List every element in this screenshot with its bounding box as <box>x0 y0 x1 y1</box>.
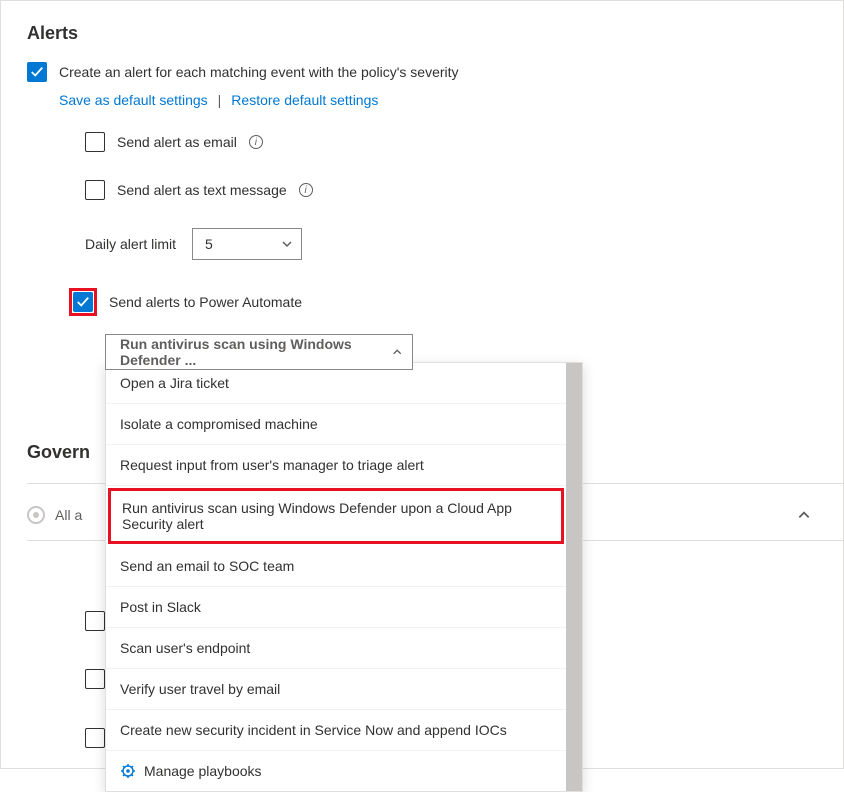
highlight-box <box>69 288 97 316</box>
gov-checkbox[interactable] <box>85 669 105 689</box>
confirm-compromised-checkbox[interactable] <box>85 728 105 748</box>
playbook-dropdown[interactable]: Run antivirus scan using Windows Defende… <box>105 334 413 370</box>
playbook-option[interactable]: Verify user travel by email <box>106 669 566 710</box>
daily-limit-value: 5 <box>205 236 213 252</box>
playbook-option[interactable]: Create new security incident in Service … <box>106 710 566 751</box>
all-apps-label: All a <box>55 507 82 523</box>
alert-sub-options: Send alert as email i Send alert as text… <box>85 132 843 260</box>
playbook-option[interactable]: Scan user's endpoint <box>106 628 566 669</box>
playbook-option[interactable]: Post in Slack <box>106 587 566 628</box>
save-default-link[interactable]: Save as default settings <box>59 92 208 108</box>
alerts-panel: Alerts Create an alert for each matching… <box>0 0 844 769</box>
chevron-up-icon <box>392 346 402 358</box>
manage-playbooks-link[interactable]: Manage playbooks <box>106 751 566 791</box>
power-automate-section: Send alerts to Power Automate Run antivi… <box>73 288 843 370</box>
playbook-option[interactable]: Send an email to SOC team <box>106 546 566 587</box>
link-divider: | <box>218 92 222 108</box>
dropdown-selected-text: Run antivirus scan using Windows Defende… <box>120 336 392 368</box>
gear-icon <box>120 763 136 779</box>
info-icon[interactable]: i <box>299 183 313 197</box>
playbook-option[interactable]: Request input from user's manager to tri… <box>106 445 566 486</box>
daily-limit-row: Daily alert limit 5 <box>85 228 843 260</box>
restore-default-link[interactable]: Restore default settings <box>231 92 378 108</box>
send-text-row: Send alert as text message i <box>85 180 843 200</box>
power-automate-label: Send alerts to Power Automate <box>109 294 302 310</box>
power-automate-checkbox[interactable] <box>73 292 93 312</box>
send-email-row: Send alert as email i <box>85 132 843 152</box>
playbook-option[interactable]: Isolate a compromised machine <box>106 404 566 445</box>
scrollbar-thumb[interactable] <box>566 363 582 791</box>
alerts-content: Create an alert for each matching event … <box>1 44 843 370</box>
chevron-down-icon <box>281 238 293 250</box>
playbook-dropdown-list: Open a Jira ticket Isolate a compromised… <box>105 362 583 792</box>
dropdown-scrollbar[interactable] <box>566 363 582 791</box>
manage-playbooks-label: Manage playbooks <box>144 763 262 779</box>
send-text-label: Send alert as text message <box>117 182 287 198</box>
send-email-label: Send alert as email <box>117 134 237 150</box>
send-email-checkbox[interactable] <box>85 132 105 152</box>
power-automate-row: Send alerts to Power Automate <box>73 288 843 316</box>
dropdown-items: Open a Jira ticket Isolate a compromised… <box>106 363 566 791</box>
daily-limit-select[interactable]: 5 <box>192 228 302 260</box>
create-alert-row: Create an alert for each matching event … <box>27 62 843 82</box>
check-icon <box>76 295 90 309</box>
info-icon[interactable]: i <box>249 135 263 149</box>
check-icon <box>30 65 44 79</box>
alerts-title: Alerts <box>1 1 843 44</box>
create-alert-label: Create an alert for each matching event … <box>59 64 459 80</box>
daily-limit-label: Daily alert limit <box>85 236 176 252</box>
chevron-up-icon <box>797 508 811 522</box>
playbook-option-selected[interactable]: Run antivirus scan using Windows Defende… <box>108 488 564 544</box>
settings-links: Save as default settings | Restore defau… <box>59 92 843 108</box>
create-alert-checkbox[interactable] <box>27 62 47 82</box>
apps-icon <box>27 506 45 524</box>
gov-checkbox[interactable] <box>85 611 105 631</box>
send-text-checkbox[interactable] <box>85 180 105 200</box>
